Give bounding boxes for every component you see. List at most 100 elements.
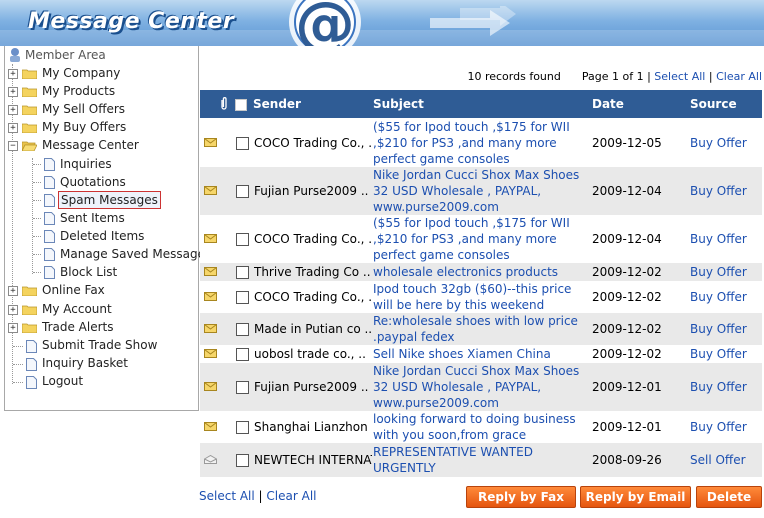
folder-icon bbox=[22, 286, 37, 296]
expand-sell-offers[interactable]: + bbox=[8, 105, 18, 115]
row-source-link[interactable]: Buy Offer bbox=[690, 321, 747, 337]
row-checkbox[interactable] bbox=[236, 348, 249, 361]
row-source-link[interactable]: Buy Offer bbox=[690, 346, 747, 362]
folder-icon bbox=[22, 305, 37, 315]
row-checkbox[interactable] bbox=[236, 137, 249, 150]
table-row[interactable]: Shanghai Lianzhon .. looking forward to d… bbox=[200, 411, 762, 444]
tree-item-block-list[interactable]: Block List bbox=[60, 263, 117, 281]
row-subject-link[interactable]: Ipod touch 32gb ($60)--this price will b… bbox=[373, 281, 591, 313]
row-subject-link[interactable]: Re:wholesale shoes with low price .paypa… bbox=[373, 313, 591, 345]
table-row[interactable]: Fujian Purse2009 .. Nike Jordan Cucci Sho… bbox=[200, 167, 762, 216]
footer-select-all-link[interactable]: Select All bbox=[199, 489, 255, 503]
expand-buy-offers[interactable]: + bbox=[8, 123, 18, 133]
row-checkbox[interactable] bbox=[236, 323, 249, 336]
tree-item-spam-messages[interactable]: Spam Messages bbox=[58, 191, 161, 209]
select-all-checkbox[interactable] bbox=[235, 99, 247, 111]
row-source-link[interactable]: Sell Offer bbox=[690, 452, 746, 468]
row-source-link[interactable]: Buy Offer bbox=[690, 419, 747, 435]
tree-item-submit-trade-show[interactable]: Submit Trade Show bbox=[42, 336, 157, 354]
member-icon bbox=[10, 48, 20, 62]
envelope-icon bbox=[204, 267, 217, 276]
tree-item-logout[interactable]: Logout bbox=[42, 372, 83, 390]
tree-item-inquiries[interactable]: Inquiries bbox=[60, 155, 112, 173]
expand-trade-alerts[interactable]: + bbox=[8, 323, 18, 333]
tree-item-sell-offers[interactable]: My Sell Offers bbox=[42, 100, 125, 118]
table-row[interactable]: Fujian Purse2009 .. Nike Jordan Cucci Sho… bbox=[200, 363, 762, 412]
row-date: 2009-12-01 bbox=[592, 380, 662, 394]
table-row[interactable]: Thrive Trading Co .. wholesale electronic… bbox=[200, 263, 762, 282]
row-subject-link[interactable]: Nike Jordan Cucci Shox Max Shoes 32 USD … bbox=[373, 167, 591, 215]
tree-item-message-center[interactable]: Message Center bbox=[42, 136, 139, 154]
list-toolbar: 10 records found Page 1 of 1 | Select Al… bbox=[467, 70, 762, 83]
tree-item-online-fax[interactable]: Online Fax bbox=[42, 281, 105, 299]
row-subject-link[interactable]: wholesale electronics products bbox=[373, 263, 591, 281]
row-subject-link[interactable]: looking forward to doing business with y… bbox=[373, 411, 591, 443]
select-all-link[interactable]: Select All bbox=[654, 70, 705, 83]
page-icon bbox=[44, 176, 55, 189]
row-source-link[interactable]: Buy Offer bbox=[690, 183, 747, 199]
row-source-link[interactable]: Buy Offer bbox=[690, 289, 747, 305]
envelope-icon bbox=[204, 292, 217, 301]
row-subject-link[interactable]: ($55 for Ipod touch ,$175 for WII ,$210 … bbox=[373, 215, 591, 263]
tree-item-quotations[interactable]: Quotations bbox=[60, 173, 126, 191]
envelope-icon bbox=[204, 422, 217, 431]
tree-item-sent-items[interactable]: Sent Items bbox=[60, 209, 125, 227]
header-source[interactable]: Source bbox=[690, 90, 737, 118]
header-date[interactable]: Date bbox=[592, 90, 624, 118]
tree-item-inquiry-basket[interactable]: Inquiry Basket bbox=[42, 354, 128, 372]
row-checkbox[interactable] bbox=[236, 454, 249, 467]
row-checkbox[interactable] bbox=[236, 421, 249, 434]
row-subject-link[interactable]: REPRESENTATIVE WANTED URGENTLY bbox=[373, 443, 591, 477]
tree-item-my-company[interactable]: My Company bbox=[42, 64, 120, 82]
message-list-panel: 10 records found Page 1 of 1 | Select Al… bbox=[199, 46, 764, 518]
row-checkbox[interactable] bbox=[236, 233, 249, 246]
row-checkbox[interactable] bbox=[236, 291, 249, 304]
header-subject[interactable]: Subject bbox=[373, 90, 424, 118]
row-source-link[interactable]: Buy Offer bbox=[690, 379, 747, 395]
collapse-message-center[interactable]: − bbox=[8, 141, 18, 151]
row-source-link[interactable]: Buy Offer bbox=[690, 264, 747, 280]
row-source-link[interactable]: Buy Offer bbox=[690, 231, 747, 247]
table-row[interactable]: Made in Putian co .. Re:wholesale shoes w… bbox=[200, 313, 762, 346]
row-sender: Fujian Purse2009 .. bbox=[254, 184, 369, 198]
expand-online-fax[interactable]: + bbox=[8, 286, 18, 296]
table-row[interactable]: COCO Trading Co., .. ($55 for Ipod touch … bbox=[200, 215, 762, 264]
row-date: 2009-12-02 bbox=[592, 347, 662, 361]
row-date: 2009-12-04 bbox=[592, 184, 662, 198]
row-date: 2008-09-26 bbox=[592, 453, 662, 467]
row-sender: Made in Putian co .. bbox=[254, 322, 372, 336]
expand-my-account[interactable]: + bbox=[8, 305, 18, 315]
tree-item-deleted-items[interactable]: Deleted Items bbox=[60, 227, 144, 245]
row-subject-link[interactable]: Sell Nike shoes Xiamen China bbox=[373, 345, 591, 363]
row-checkbox[interactable] bbox=[236, 381, 249, 394]
table-row[interactable]: uobosl trade co., .. Sell Nike shoes Xiam… bbox=[200, 345, 762, 364]
row-checkbox[interactable] bbox=[236, 185, 249, 198]
envelope-open-icon bbox=[204, 455, 217, 464]
reply-by-fax-button[interactable]: Reply by Fax bbox=[466, 486, 576, 508]
page-icon bbox=[26, 376, 37, 389]
table-row[interactable]: COCO Trading Co., .. Ipod touch 32gb ($60… bbox=[200, 281, 762, 314]
row-checkbox[interactable] bbox=[236, 266, 249, 279]
tree-item-my-products[interactable]: My Products bbox=[42, 82, 115, 100]
clear-all-link[interactable]: Clear All bbox=[716, 70, 762, 83]
expand-my-company[interactable]: + bbox=[8, 69, 18, 79]
expand-my-products[interactable]: + bbox=[8, 87, 18, 97]
tree-item-buy-offers[interactable]: My Buy Offers bbox=[42, 118, 126, 136]
footer-clear-all-link[interactable]: Clear All bbox=[266, 489, 316, 503]
footer-links: Select All | Clear All bbox=[199, 489, 317, 503]
tree-item-trade-alerts[interactable]: Trade Alerts bbox=[42, 318, 113, 336]
tree-item-manage-saved[interactable]: Manage Saved Messages bbox=[60, 245, 211, 263]
row-date: 2009-12-04 bbox=[592, 232, 662, 246]
row-source-link[interactable]: Buy Offer bbox=[690, 135, 747, 151]
row-subject-link[interactable]: ($55 for Ipod touch ,$175 for WII ,$210 … bbox=[373, 119, 591, 167]
delete-button[interactable]: Delete bbox=[696, 486, 762, 508]
row-date: 2009-12-01 bbox=[592, 420, 662, 434]
table-row[interactable]: NEWTECH INTERNATI ..REPRESENTATIVE WANTE… bbox=[200, 443, 762, 478]
row-sender: uobosl trade co., .. bbox=[254, 347, 366, 361]
reply-by-email-button[interactable]: Reply by Email bbox=[580, 486, 691, 508]
tree-item-my-account[interactable]: My Account bbox=[42, 300, 112, 318]
table-row[interactable]: COCO Trading Co., .. ($55 for Ipod touch … bbox=[200, 119, 762, 168]
page-icon bbox=[26, 340, 37, 353]
header-sender[interactable]: Sender bbox=[253, 90, 301, 118]
row-subject-link[interactable]: Nike Jordan Cucci Shox Max Shoes 32 USD … bbox=[373, 363, 591, 411]
